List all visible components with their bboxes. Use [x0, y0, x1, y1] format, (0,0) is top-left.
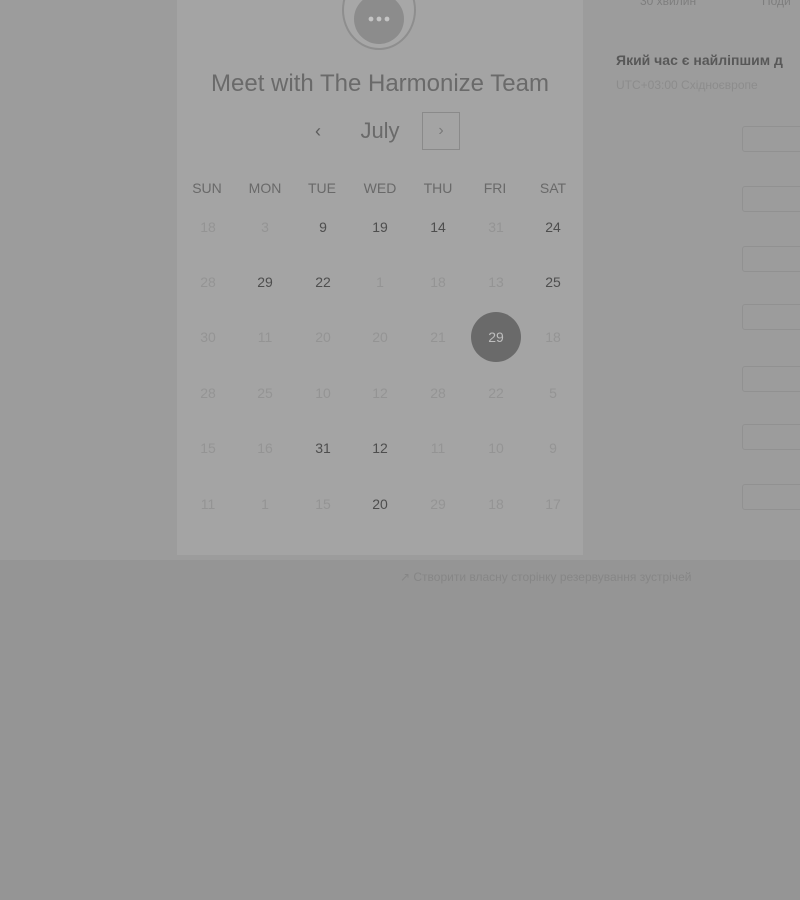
month-label: July: [360, 118, 400, 143]
weekday-wed: WED: [363, 180, 397, 196]
calendar-day: 5: [549, 385, 557, 401]
calendar-day[interactable]: 14: [413, 202, 463, 252]
time-slot[interactable]: [742, 484, 800, 510]
timezone-label[interactable]: UTC+03:00 Східноєвропе: [616, 78, 758, 92]
weekday-fri: FRI: [483, 180, 507, 196]
calendar-day: 22: [488, 385, 504, 401]
calendar-day: 18: [488, 496, 504, 512]
time-slot[interactable]: [742, 126, 800, 152]
time-slot[interactable]: [742, 186, 800, 212]
time-slot[interactable]: [742, 366, 800, 392]
calendar-day: 18: [200, 219, 216, 235]
calendar-day: 28: [200, 274, 216, 290]
calendar-day: 10: [488, 440, 504, 456]
time-slot[interactable]: [742, 246, 800, 272]
calendar-day: 31: [488, 219, 504, 235]
calendar-day: 25: [257, 385, 273, 401]
event-label: Поди: [762, 0, 791, 8]
calendar-day[interactable]: 29: [240, 257, 290, 307]
weekday-thu: THU: [423, 180, 453, 196]
calendar-day: 11: [200, 496, 216, 512]
calendar-day[interactable]: 19: [355, 202, 405, 252]
calendar-day: 15: [315, 496, 331, 512]
time-question-heading: Який час є найліпшим д: [616, 52, 783, 68]
calendar-day: 11: [257, 329, 273, 345]
calendar-day[interactable]: 20: [355, 479, 405, 529]
booking-modal: Meet with The Harmonize Team ‹ July › SU…: [177, 0, 583, 555]
calendar-day: 29: [430, 496, 446, 512]
calendar-day: 9: [549, 440, 557, 456]
meeting-title: Meet with The Harmonize Team: [211, 70, 549, 97]
calendar-day: 10: [315, 385, 331, 401]
chevron-right-icon: ›: [438, 122, 444, 139]
selected-day[interactable]: 29: [471, 312, 521, 362]
chevron-left-icon: ‹: [315, 120, 321, 141]
create-booking-page-link[interactable]: ↗ Створити власну сторінку резервування …: [400, 570, 691, 584]
calendar-day: 20: [315, 329, 331, 345]
calendar-day: 13: [488, 274, 504, 290]
calendar-day[interactable]: 12: [355, 423, 405, 473]
weekday-mon: MON: [248, 180, 282, 196]
calendar-day: 30: [200, 329, 216, 345]
calendar-day: 11: [430, 440, 446, 456]
calendar-day: 1: [261, 496, 269, 512]
calendar-day[interactable]: 9: [298, 202, 348, 252]
calendar-day: 3: [261, 219, 269, 235]
chat-bubble-icon: [354, 0, 404, 44]
calendar-day: 20: [372, 329, 388, 345]
weekday-tue: TUE: [308, 180, 336, 196]
time-slot[interactable]: [742, 424, 800, 450]
calendar-day[interactable]: 31: [298, 423, 348, 473]
avatar: [342, 0, 416, 50]
calendar-day: 28: [200, 385, 216, 401]
duration-label: 30 хвилин: [640, 0, 697, 8]
calendar-day: 21: [430, 329, 446, 345]
calendar-day: 1: [376, 274, 384, 290]
calendar-day: 16: [257, 440, 273, 456]
calendar-day[interactable]: 22: [298, 257, 348, 307]
calendar-day[interactable]: 24: [528, 202, 578, 252]
calendar-day[interactable]: 25: [528, 257, 578, 307]
time-slot[interactable]: [742, 304, 800, 330]
calendar-day: 17: [545, 496, 561, 512]
weekday-sat: SAT: [539, 180, 567, 196]
calendar-day: 28: [430, 385, 446, 401]
calendar-day: 15: [200, 440, 216, 456]
calendar-day: 18: [545, 329, 561, 345]
page: 30 хвилин Поди Який час є найліпшим д UT…: [0, 0, 800, 900]
next-month-button[interactable]: ›: [422, 112, 460, 150]
calendar-day: 18: [430, 274, 446, 290]
calendar-day: 12: [372, 385, 388, 401]
weekday-sun: SUN: [192, 180, 222, 196]
